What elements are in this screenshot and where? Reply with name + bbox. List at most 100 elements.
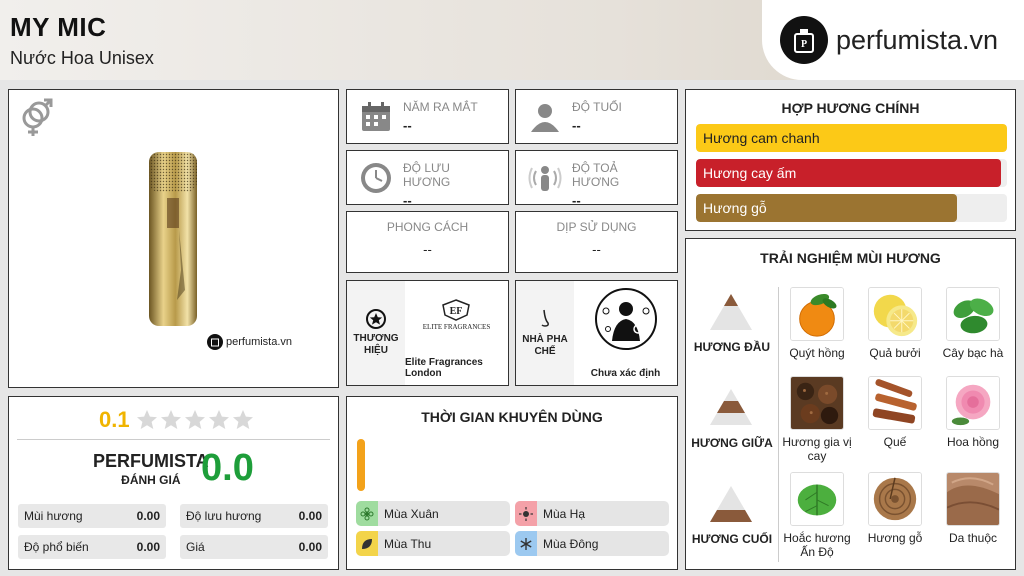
perfumer-name: Chưa xác định <box>590 368 661 379</box>
sillage-person-icon <box>528 166 562 191</box>
longevity-card: ĐỘ LƯU HƯƠNG -- <box>346 150 509 208</box>
nose-icon <box>541 309 549 327</box>
brand-name: Elite Fragrances London <box>405 357 483 379</box>
occasion-card: DỊP SỬ DỤNG -- <box>515 211 678 273</box>
middle-notes-label: HƯƠNG GIỮA <box>691 436 773 450</box>
star-icon[interactable] <box>160 409 182 431</box>
user-icon <box>531 104 559 132</box>
note-name: Hoa hồng <box>946 435 1000 449</box>
wood-image[interactable] <box>868 472 922 526</box>
style-value: -- <box>423 242 432 257</box>
note-name: Quế <box>883 435 907 449</box>
sillage-value: -- <box>572 193 581 208</box>
note-name: Quýt hồng <box>789 346 845 360</box>
mandarin-image[interactable] <box>790 287 844 341</box>
accord-label: Hương cam chanh <box>703 130 820 146</box>
base-notes-label: HƯƠNG CUỐI <box>691 532 773 546</box>
star-icon[interactable] <box>232 409 254 431</box>
accord-bar: Hương cay ấm <box>696 159 1007 187</box>
unisex-gender-icon <box>22 98 53 136</box>
accord-fill: Hương cay ấm <box>696 159 1001 187</box>
leaf-icon <box>356 531 378 556</box>
watermark: perfumista.vn <box>207 334 292 350</box>
note-name: Hương gỗ <box>867 531 923 545</box>
accord-fill: Hương cam chanh <box>696 124 1007 152</box>
perfumista-score: 0.0 <box>201 447 254 489</box>
perfumer-avatar-icon <box>594 288 657 350</box>
logo-text: perfumista.vn <box>836 24 999 55</box>
longevity-value: -- <box>403 193 412 208</box>
longevity-label: ĐỘ LƯU HƯƠNG <box>403 161 451 189</box>
svg-text:EF: EF <box>450 306 463 317</box>
rating-row-longevity: Độ lưu hương 0.00 <box>180 504 328 528</box>
brand-crest-icon: EF <box>442 299 471 321</box>
sillage-label: ĐỘ TOẢ HƯƠNG <box>572 161 620 189</box>
occasion-value: -- <box>592 242 601 257</box>
brand-card[interactable]: THƯƠNG HIỆU EF ELITE FRAGRANCES Elite Fr… <box>346 280 509 386</box>
accord-label: Hương gỗ <box>703 200 767 216</box>
rating-row-price: Giá 0.00 <box>180 535 328 559</box>
perfume-bottle-logo-icon: P <box>780 16 828 64</box>
product-subtitle: Nước Hoa Unisex <box>10 48 154 68</box>
top-notes-label: HƯƠNG ĐẦU <box>693 340 771 354</box>
star-badge-icon <box>366 309 386 329</box>
day-night-indicator <box>357 439 365 491</box>
star-icon[interactable] <box>136 409 158 431</box>
spices-image[interactable] <box>790 376 844 430</box>
style-card: PHONG CÁCH -- <box>346 211 509 273</box>
release-label: NĂM RA MẮT <box>403 100 478 114</box>
notes-title: TRẢI NGHIỆM MÙI HƯƠNG <box>760 250 941 266</box>
age-card: ĐỘ TUỔI -- <box>515 89 678 144</box>
time-title: THỜI GIAN KHUYÊN DÙNG <box>421 409 603 425</box>
brand-label: THƯƠNG HIỆU <box>353 333 399 356</box>
pyramid-base-icon <box>710 486 752 522</box>
accords-card: HỢP HƯƠNG CHÍNH Hương cam chanh Hương cay… <box>685 89 1016 231</box>
mint-image[interactable] <box>946 287 1000 341</box>
accord-bar: Hương cam chanh <box>696 124 1007 152</box>
age-label: ĐỘ TUỔI <box>572 100 622 114</box>
season-spring: Mùa Xuân <box>356 501 510 526</box>
star-icon[interactable] <box>208 409 230 431</box>
rose-image[interactable] <box>946 376 1000 430</box>
product-title: MY MIC <box>10 12 107 42</box>
season-winter: Mùa Đông <box>515 531 669 556</box>
clock-icon <box>361 163 391 193</box>
perfumer-card[interactable]: NHÀ PHA CHẾ Chưa xác định <box>515 280 678 386</box>
notes-card: TRẢI NGHIỆM MÙI HƯƠNG HƯƠNG ĐẦU HƯƠNG GI… <box>685 238 1016 570</box>
rating-row-scent: Mùi hương 0.00 <box>18 504 166 528</box>
pyramid-middle-icon <box>710 389 752 425</box>
age-value: -- <box>572 118 581 133</box>
style-label: PHONG CÁCH <box>386 220 469 234</box>
season-summer: Mùa Hạ <box>515 501 669 526</box>
recommended-time-card: THỜI GIAN KHUYÊN DÙNG Mùa Xuân Mùa Hạ Mù… <box>346 396 678 570</box>
notes-divider <box>778 287 779 562</box>
note-name: Cây bạc hà <box>942 346 1004 360</box>
divider <box>17 439 330 440</box>
sillage-card: ĐỘ TOẢ HƯƠNG -- <box>515 150 678 208</box>
brand-logo-text: ELITE FRAGRANCES <box>422 323 491 331</box>
snowflake-icon <box>515 531 537 556</box>
user-score: 0.1 <box>99 407 130 432</box>
star-icon[interactable] <box>184 409 206 431</box>
release-value: -- <box>403 118 412 133</box>
patchouli-image[interactable] <box>790 472 844 526</box>
product-image-card: perfumista.vn <box>8 89 339 388</box>
site-logo[interactable]: P perfumista.vn <box>762 0 1024 80</box>
accord-fill: Hương gỗ <box>696 194 958 222</box>
season-autumn: Mùa Thu <box>356 531 510 556</box>
note-name: Hương gia vị cay <box>782 435 852 463</box>
calendar-icon <box>362 102 390 131</box>
perfume-bottle-image <box>149 152 197 326</box>
cinnamon-image[interactable] <box>868 376 922 430</box>
note-name: Hoắc hương Ấn Độ <box>783 531 851 559</box>
perfumer-label: NHÀ PHA CHẾ <box>522 334 568 357</box>
rating-card: 0.1 PERFUMISTA ĐÁNH GIÁ 0.0 Mùi hương 0.0… <box>8 396 339 570</box>
grapefruit-image[interactable] <box>868 287 922 341</box>
rating-row-popularity: Độ phổ biến 0.00 <box>18 535 166 559</box>
star-rating[interactable] <box>136 409 256 431</box>
svg-text:P: P <box>801 39 807 50</box>
occasion-label: DỊP SỬ DỤNG <box>556 220 637 234</box>
leather-image[interactable] <box>946 472 1000 526</box>
perfume-bottle-logo-icon <box>207 334 223 350</box>
accord-bar: Hương gỗ <box>696 194 1007 222</box>
